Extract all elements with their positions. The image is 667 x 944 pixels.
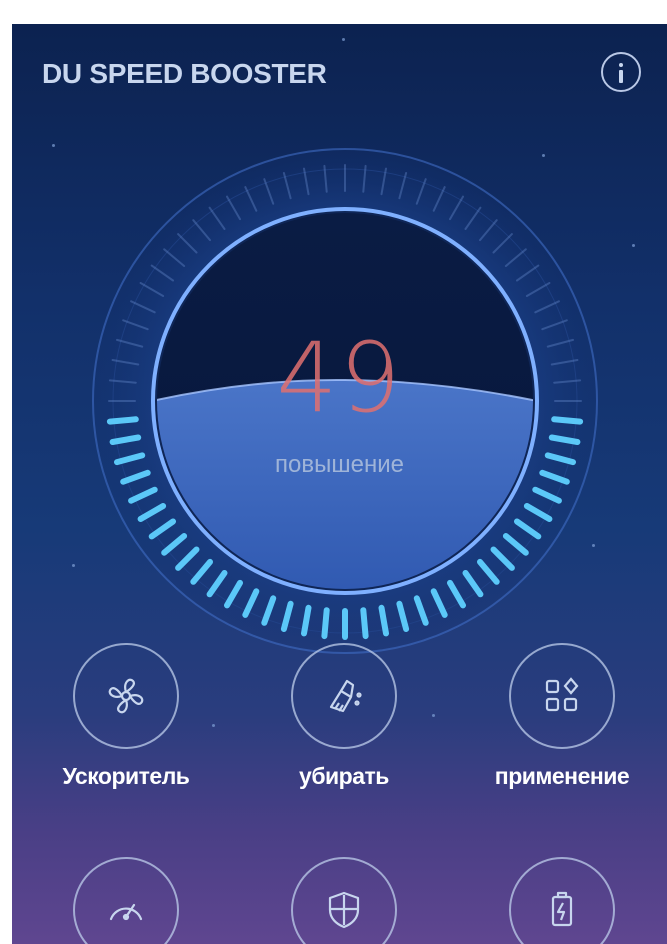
fan-icon xyxy=(108,678,144,714)
speedometer-icon xyxy=(109,903,143,921)
gauge-tick xyxy=(360,607,369,640)
broom-icon xyxy=(329,679,362,713)
feature-booster[interactable]: Ускоритель xyxy=(31,643,221,790)
boost-label: повышение xyxy=(275,451,404,478)
battery-icon xyxy=(551,891,573,927)
feature-apps-label: применение xyxy=(494,763,630,789)
feature-cleaner-label: убирать xyxy=(299,763,389,789)
shield-icon xyxy=(328,891,360,929)
boost-value: 49 xyxy=(276,322,403,434)
feature-booster-label: Ускоритель xyxy=(62,763,190,789)
app-screen: DU SPEED BOOSTER 49 повышение Ускоритель… xyxy=(12,24,667,944)
feature-cleaner[interactable]: убирать xyxy=(249,643,439,790)
feature-battery[interactable] xyxy=(467,857,657,944)
feature-apps[interactable]: применение xyxy=(467,643,657,790)
feature-security[interactable] xyxy=(249,857,439,944)
apps-grid-icon xyxy=(545,677,579,712)
feature-speed-test[interactable] xyxy=(31,857,221,944)
gauge-tick xyxy=(321,607,330,640)
